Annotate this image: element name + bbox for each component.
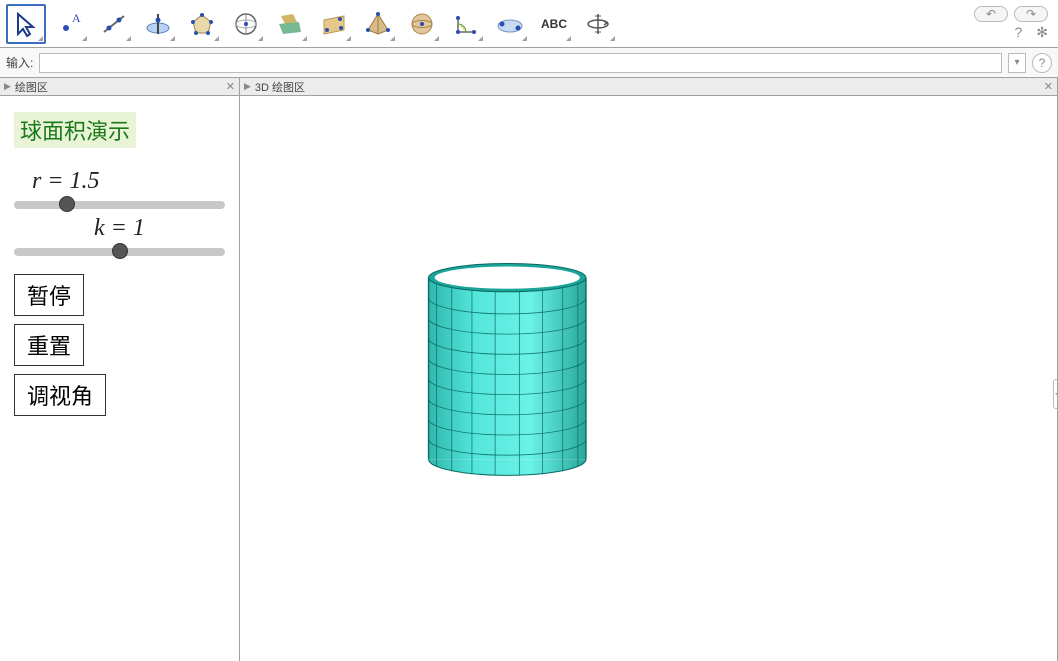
undo-button[interactable]: ↶: [974, 6, 1008, 22]
gear-icon[interactable]: ✻: [1036, 24, 1048, 41]
demo-title: 球面积演示: [14, 112, 136, 148]
text-tool[interactable]: ABC: [534, 4, 574, 44]
slider-r-label: r = 1.5: [32, 168, 225, 195]
input-bar: 输入: ▾ ?: [0, 48, 1058, 78]
slider-k-thumb[interactable]: [112, 243, 128, 259]
redo-button[interactable]: ↷: [1014, 6, 1048, 22]
graphics-panel: ▶ 绘图区 ✕ 球面积演示 r = 1.5 k = 1 暂停 重置 调视: [0, 78, 240, 661]
graphics3d-view[interactable]: ◀: [240, 96, 1057, 661]
perp-tool[interactable]: [138, 4, 178, 44]
graphics-panel-title: 绘图区: [15, 79, 48, 95]
adjust-view-button[interactable]: 调视角: [14, 374, 106, 416]
line-tool[interactable]: [94, 4, 134, 44]
text-tool-label: ABC: [541, 17, 567, 31]
graphics3d-panel-header[interactable]: ▶ 3D 绘图区 ✕: [240, 78, 1057, 96]
main-area: ▶ 绘图区 ✕ 球面积演示 r = 1.5 k = 1 暂停 重置 调视: [0, 78, 1058, 661]
chevron-down-icon: ▾: [1014, 57, 1019, 68]
input-label: 输入:: [6, 54, 33, 71]
pyramid-tool[interactable]: [358, 4, 398, 44]
undo-icon: ↶: [986, 7, 996, 21]
command-input[interactable]: [39, 53, 1002, 73]
circle-tool[interactable]: [226, 4, 266, 44]
svg-text:A: A: [72, 11, 81, 25]
toolbar-right: ↶ ↷ ? ✻: [974, 6, 1052, 41]
angle-tool[interactable]: [446, 4, 486, 44]
help-icon: ?: [1039, 56, 1046, 70]
close-icon[interactable]: ✕: [1044, 80, 1053, 93]
move-tool[interactable]: [6, 4, 46, 44]
slider-r-track[interactable]: [14, 201, 225, 209]
side-handle[interactable]: ◀: [1053, 379, 1057, 409]
reset-button[interactable]: 重置: [14, 324, 84, 366]
cylinder-render: [240, 96, 1057, 661]
collapse-icon: ▶: [244, 81, 251, 92]
sphere-tool[interactable]: [402, 4, 442, 44]
rotate-view-tool[interactable]: [578, 4, 618, 44]
help-icon[interactable]: ?: [1014, 24, 1022, 41]
intersect-tool[interactable]: [270, 4, 310, 44]
collapse-icon: ▶: [4, 81, 11, 92]
redo-icon: ↷: [1026, 7, 1036, 21]
point-tool[interactable]: A: [50, 4, 90, 44]
plane-tool[interactable]: [314, 4, 354, 44]
graphics-panel-header[interactable]: ▶ 绘图区 ✕: [0, 78, 239, 96]
close-icon[interactable]: ✕: [226, 80, 235, 93]
graphics3d-panel: ▶ 3D 绘图区 ✕: [240, 78, 1058, 661]
graphics-panel-body[interactable]: 球面积演示 r = 1.5 k = 1 暂停 重置 调视角: [0, 96, 239, 661]
polygon-tool[interactable]: [182, 4, 222, 44]
pause-button[interactable]: 暂停: [14, 274, 84, 316]
slider-k-track[interactable]: [14, 248, 225, 256]
toolbar: A ABC: [0, 0, 1058, 48]
reflect-tool[interactable]: [490, 4, 530, 44]
slider-k: k = 1: [14, 215, 225, 256]
graphics3d-panel-title: 3D 绘图区: [255, 79, 305, 95]
input-help-button[interactable]: ?: [1032, 53, 1052, 73]
slider-r-thumb[interactable]: [59, 196, 75, 212]
input-history-dropdown[interactable]: ▾: [1008, 53, 1026, 73]
slider-r: r = 1.5: [14, 168, 225, 209]
slider-k-label: k = 1: [94, 215, 225, 242]
